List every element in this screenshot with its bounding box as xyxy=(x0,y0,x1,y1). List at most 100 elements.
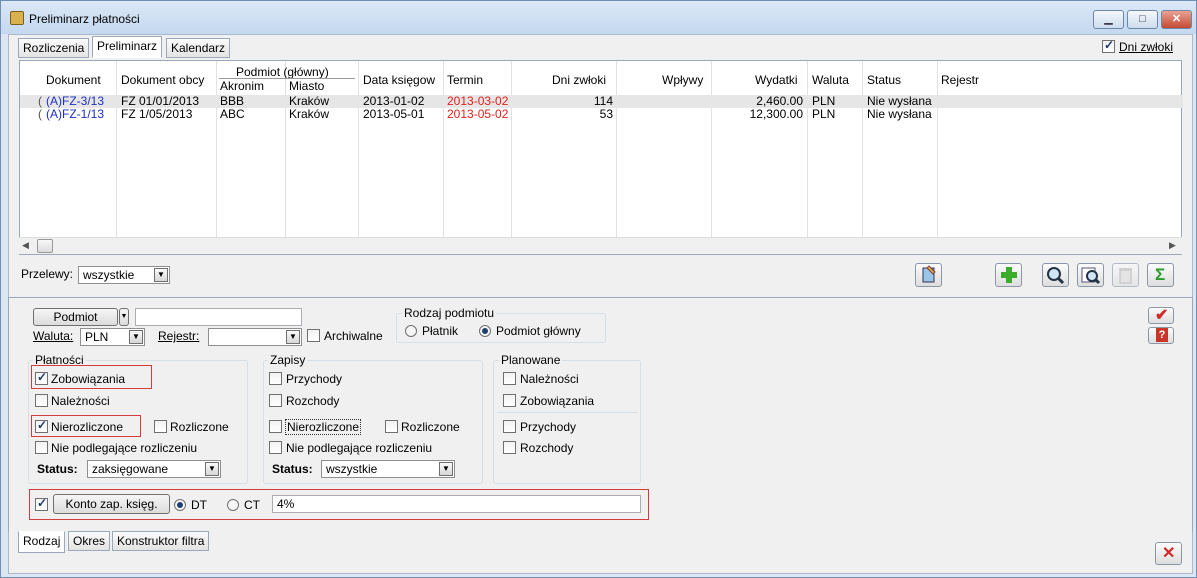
sum-button[interactable]: Σ xyxy=(1147,263,1174,287)
edit-document-button[interactable] xyxy=(915,263,942,287)
apply-button[interactable]: ✔ xyxy=(1148,307,1174,324)
preview-button[interactable] xyxy=(1042,263,1069,287)
sigma-icon: Σ xyxy=(1155,265,1166,284)
delete-button[interactable] xyxy=(1112,263,1139,287)
cell-wydatki: 12,300.00 xyxy=(749,108,803,121)
cell-data: 2013-05-01 xyxy=(363,108,425,121)
zapisy-nie-podlegajace-checkbox[interactable] xyxy=(269,441,282,454)
tab-okres[interactable]: Okres xyxy=(68,531,111,551)
chevron-down-icon: ▼ xyxy=(205,462,219,476)
platnik-label: Płatnik xyxy=(422,324,459,338)
plus-icon xyxy=(1001,267,1017,283)
przelewy-select[interactable]: wszystkie ▼ xyxy=(78,266,170,284)
trash-icon xyxy=(1119,268,1132,284)
konto-checkbox[interactable] xyxy=(35,496,48,511)
platnosci-status-select[interactable]: zaksięgowane ▼ xyxy=(87,460,221,478)
naleznosci-checkbox[interactable] xyxy=(35,394,48,407)
dni-zwloki-checkbox[interactable] xyxy=(1102,38,1115,53)
tab-rodzaj[interactable]: Rodzaj xyxy=(18,531,66,553)
zapisy-nierozliczone-checkbox[interactable] xyxy=(269,420,282,433)
main-window: Preliminarz płatności ▁ □ ✕ Rozliczenia … xyxy=(0,0,1197,578)
waluta-select[interactable]: PLN ▼ xyxy=(80,328,145,346)
close-window-button[interactable]: ✕ xyxy=(1161,10,1192,29)
help-button[interactable]: ? xyxy=(1148,327,1174,344)
planowane-naleznosci-checkbox[interactable] xyxy=(503,372,516,385)
rodzaj-podmiotu-title: Rodzaj podmiotu xyxy=(402,306,497,320)
tab-konstruktor-filtra[interactable]: Konstruktor filtra xyxy=(112,531,210,551)
maximize-button[interactable]: □ xyxy=(1127,10,1158,29)
platnik-radio[interactable] xyxy=(405,325,417,337)
window-title: Preliminarz płatności xyxy=(29,12,140,26)
planowane-rozchody-label: Rozchody xyxy=(520,441,574,455)
table-row[interactable]: ( (A)FZ-3/13 FZ 01/01/2013 BBB Kraków 20… xyxy=(20,95,1183,108)
cell-data: 2013-01-02 xyxy=(363,95,425,108)
payments-grid: Dokument Dokument obcy Podmiot (główny) … xyxy=(19,60,1183,255)
scroll-right-icon[interactable]: ▶ xyxy=(1169,240,1176,251)
cell-waluta: PLN xyxy=(812,95,836,108)
magnifier-icon xyxy=(1047,267,1065,285)
podmiot-input[interactable] xyxy=(135,308,302,326)
zapisy-nie-podlegajace-label: Nie podlegające rozliczeniu xyxy=(286,441,433,455)
app-icon xyxy=(10,11,24,25)
archiwalne-label: Archiwalne xyxy=(324,329,383,343)
dni-zwloki-label: Dni zwłoki xyxy=(1119,40,1174,54)
platnosci-status-value: zaksięgowane xyxy=(92,462,169,476)
cell-dni-zwloki: 53 xyxy=(599,108,613,121)
title-bar: Preliminarz płatności ▁ □ ✕ xyxy=(1,1,1196,34)
minimize-button[interactable]: ▁ xyxy=(1093,10,1124,29)
cell-wydatki: 2,460.00 xyxy=(756,95,803,108)
zapisy-rozchody-label: Rozchody xyxy=(286,394,340,408)
scroll-left-icon[interactable]: ◀ xyxy=(22,240,29,251)
check-icon: ✔ xyxy=(1155,307,1169,324)
chevron-down-icon: ▼ xyxy=(286,330,300,344)
tab-kalendarz[interactable]: Kalendarz xyxy=(166,38,231,58)
horizontal-scrollbar[interactable]: ◀ ▶ xyxy=(19,237,1182,254)
podmiot-button[interactable]: Podmiot xyxy=(33,308,118,326)
tab-rozliczenia[interactable]: Rozliczenia xyxy=(18,38,90,58)
add-button[interactable] xyxy=(995,263,1022,287)
dt-radio[interactable] xyxy=(174,499,186,511)
zapisy-rozliczone-checkbox[interactable] xyxy=(385,420,398,433)
chevron-down-icon: ▼ xyxy=(154,268,168,282)
planowane-title: Planowane xyxy=(499,353,563,367)
chevron-down-icon: ▼ xyxy=(129,330,143,344)
konto-button[interactable]: Konto zap. księg. xyxy=(53,494,170,514)
archiwalne-checkbox[interactable] xyxy=(307,329,320,342)
cell-status: Nie wysłana xyxy=(867,95,932,108)
zapisy-przychody-checkbox[interactable] xyxy=(269,372,282,385)
zapisy-przychody-label: Przychody xyxy=(286,372,343,386)
zapisy-rozchody-checkbox[interactable] xyxy=(269,394,282,407)
zobowiazania-checkbox[interactable] xyxy=(35,370,48,385)
nierozliczone-label: Nierozliczone xyxy=(51,420,124,434)
planowane-rozchody-checkbox[interactable] xyxy=(503,441,516,454)
cell-dokument[interactable]: (A)FZ-1/13 xyxy=(46,108,104,121)
close-icon: ✕ xyxy=(1162,545,1176,562)
chevron-down-icon: ▼ xyxy=(439,462,453,476)
rejestr-select[interactable]: ▼ xyxy=(208,328,302,346)
naleznosci-label: Należności xyxy=(51,394,110,408)
search-details-button[interactable] xyxy=(1077,263,1104,287)
zapisy-status-label: Status: xyxy=(272,462,313,476)
cell-miasto: Kraków xyxy=(289,95,330,108)
ct-label: CT xyxy=(244,498,260,512)
podmiot-glowny-radio[interactable] xyxy=(479,325,491,337)
planowane-zobowiazania-checkbox[interactable] xyxy=(503,394,516,407)
nierozliczone-checkbox[interactable] xyxy=(35,418,48,433)
cell-dokument[interactable]: (A)FZ-3/13 xyxy=(46,95,104,108)
dt-label: DT xyxy=(191,498,207,512)
cell-status: Nie wysłana xyxy=(867,108,932,121)
konto-input[interactable]: 4% xyxy=(272,495,641,513)
ct-radio[interactable] xyxy=(227,499,239,511)
rejestr-label: Rejestr: xyxy=(158,329,200,343)
rozliczone-checkbox[interactable] xyxy=(154,420,167,433)
nie-podlegajace-checkbox[interactable] xyxy=(35,441,48,454)
table-row[interactable]: ( (A)FZ-1/13 FZ 1/05/2013 ABC Kraków 201… xyxy=(20,108,1183,121)
planowane-przychody-checkbox[interactable] xyxy=(503,420,516,433)
podmiot-dropdown-button[interactable]: ▼ xyxy=(119,308,129,326)
tab-preliminarz[interactable]: Preliminarz xyxy=(92,36,163,58)
document-edit-icon xyxy=(922,265,936,283)
close-button[interactable]: ✕ xyxy=(1155,542,1182,565)
scroll-thumb[interactable] xyxy=(37,239,53,253)
waluta-value: PLN xyxy=(85,330,109,344)
zapisy-status-select[interactable]: wszystkie ▼ xyxy=(321,460,455,478)
